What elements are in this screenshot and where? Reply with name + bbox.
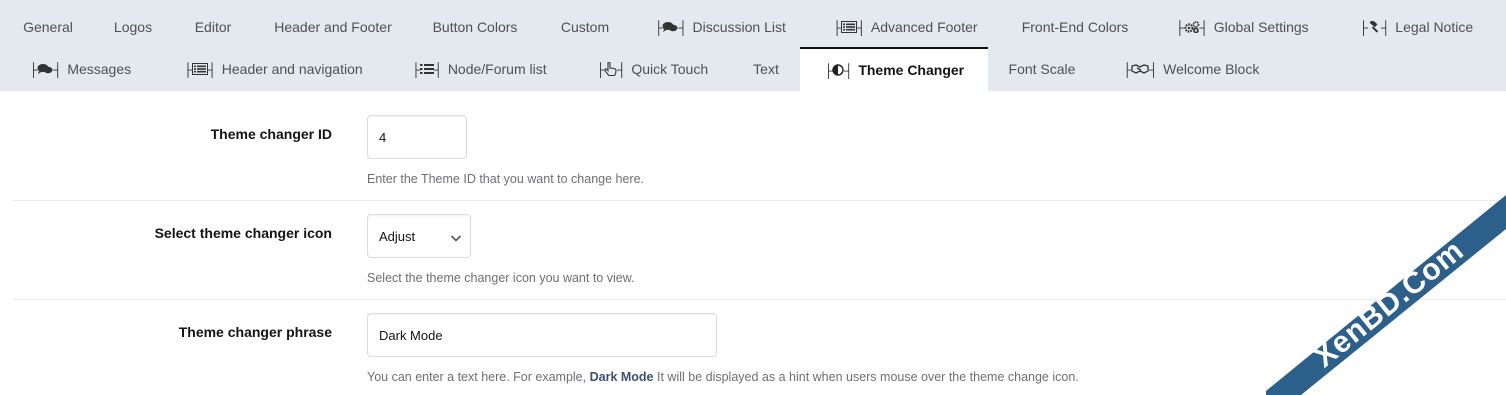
- comments-icon: ├ ┤: [654, 19, 687, 35]
- tab-label: Node/Forum list: [447, 61, 547, 77]
- hint-text-before: You can enter a text here. For example,: [367, 370, 587, 384]
- tab-label: Logos: [113, 19, 153, 35]
- adjust-icon: ├ ┤: [823, 62, 853, 78]
- tab-general[interactable]: General: [0, 5, 96, 49]
- tab-label: Advanced Footer: [870, 19, 978, 35]
- theme-changer-phrase-input[interactable]: Dark Mode: [367, 313, 717, 357]
- theme-changer-id-value: 4: [379, 129, 387, 145]
- theme-changer-phrase-label: Theme changer phrase: [178, 324, 332, 340]
- list-box-icon: ├ ┤: [183, 61, 216, 77]
- tab-label: Messages: [67, 61, 132, 77]
- hint-text-bold: Dark Mode: [589, 370, 654, 384]
- handshake-icon: ├ ┤: [1122, 61, 1158, 77]
- tab-bar: General Logos Editor Header and Footer B…: [0, 0, 1506, 91]
- tab-quick-touch[interactable]: ├ ┤ Quick Touch: [572, 47, 732, 91]
- chevron-down-icon: [450, 231, 462, 246]
- tab-editor[interactable]: Editor: [170, 5, 256, 49]
- tab-header-and-navigation[interactable]: ├ ┤ Header and navigation: [160, 47, 386, 91]
- tab-label: Font Scale: [1008, 61, 1076, 77]
- tab-label: Header and Footer: [274, 19, 392, 35]
- tab-label: Quick Touch: [631, 61, 709, 77]
- tab-custom[interactable]: Custom: [540, 5, 630, 49]
- theme-changer-icon-value: Adjust: [379, 228, 416, 244]
- theme-changer-icon-label: Select theme changer icon: [154, 225, 332, 241]
- watermark-ribbon: XenBD.Com: [1266, 195, 1506, 395]
- theme-changer-icon-select[interactable]: Adjust: [367, 214, 471, 258]
- tab-text[interactable]: Text: [732, 47, 800, 91]
- tab-theme-changer[interactable]: ├ ┤ Theme Changer: [800, 47, 988, 91]
- tab-advanced-footer[interactable]: ├ ┤ Advanced Footer: [810, 5, 1000, 49]
- list-box-icon: ├ ┤: [832, 19, 865, 35]
- tab-label: Editor: [194, 19, 232, 35]
- theme-changer-id-label: Theme changer ID: [210, 126, 332, 142]
- watermark-graphic: XenBD.Com: [1266, 195, 1506, 395]
- watermark-text: XenBD.Com: [1308, 234, 1470, 374]
- tab-front-end-colors[interactable]: Front-End Colors: [1000, 5, 1150, 49]
- tab-button-colors[interactable]: Button Colors: [410, 5, 540, 49]
- theme-changer-phrase-value: Dark Mode: [379, 327, 443, 343]
- theme-changer-icon-hint: Select the theme changer icon you want t…: [367, 271, 635, 285]
- tab-label: Text: [753, 61, 779, 77]
- tab-label: Custom: [560, 19, 610, 35]
- tab-logos[interactable]: Logos: [96, 5, 170, 49]
- tab-node-forum-list[interactable]: ├ ┤ Node/Forum list: [386, 47, 572, 91]
- comments-icon: ├ ┤: [28, 61, 62, 77]
- tab-font-scale[interactable]: Font Scale: [988, 47, 1096, 91]
- tab-label: General: [23, 19, 73, 35]
- tab-welcome-block[interactable]: ├ ┤ Welcome Block: [1096, 47, 1286, 91]
- tab-label: Legal Notice: [1395, 19, 1474, 35]
- theme-changer-phrase-hint: You can enter a text here. For example, …: [367, 370, 1079, 384]
- tab-legal-notice[interactable]: ├ ┤ Legal Notice: [1334, 5, 1498, 49]
- list-icon: ├ ┤: [411, 61, 442, 77]
- tab-messages[interactable]: ├ ┤ Messages: [0, 47, 160, 91]
- hint-text-after: It will be displayed as a hint when user…: [657, 370, 1079, 384]
- theme-changer-id-input[interactable]: 4: [367, 115, 467, 159]
- tab-label: Theme Changer: [858, 62, 965, 78]
- gavel-icon: ├ ┤: [1358, 19, 1390, 35]
- tab-label: Button Colors: [432, 19, 518, 35]
- tab-label: Welcome Block: [1163, 61, 1260, 77]
- cogs-icon: ├ ┤: [1175, 19, 1208, 35]
- hand-pointer-icon: ├ ┤: [595, 61, 626, 77]
- tab-label: Header and navigation: [221, 61, 363, 77]
- tab-label: Front-End Colors: [1021, 19, 1129, 35]
- theme-changer-id-hint: Enter the Theme ID that you want to chan…: [367, 172, 645, 186]
- tab-label: Discussion List: [692, 19, 786, 35]
- tab-label: Global Settings: [1213, 19, 1309, 35]
- tab-header-and-footer[interactable]: Header and Footer: [256, 5, 410, 49]
- tab-discussion-list[interactable]: ├ ┤ Discussion List: [630, 5, 810, 49]
- tab-global-settings[interactable]: ├ ┤ Global Settings: [1150, 5, 1334, 49]
